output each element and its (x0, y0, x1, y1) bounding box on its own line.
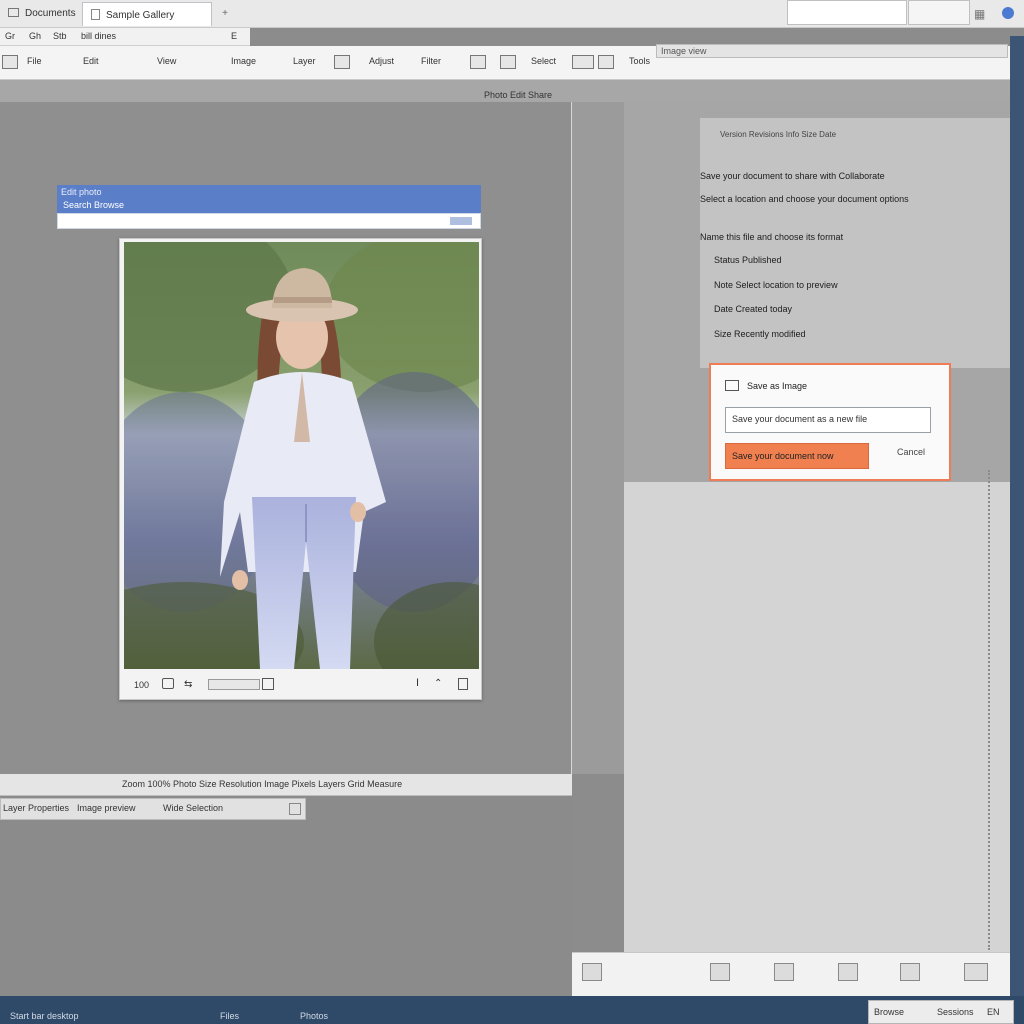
tab-documents-label: Documents (25, 8, 76, 19)
info-icon[interactable]: I (416, 677, 419, 689)
toolbar1-item[interactable]: Stb (50, 29, 70, 45)
tab-image-preview[interactable]: Image preview (77, 803, 136, 813)
share-icon[interactable]: ⇆ (184, 679, 192, 690)
dropdown-icon[interactable] (450, 217, 472, 225)
photo-illustration (124, 242, 479, 669)
save-button[interactable]: Save your document now (725, 443, 869, 469)
address-bar[interactable]: Image view (656, 44, 1008, 58)
trash-icon[interactable] (458, 678, 468, 690)
photo-card-footer: 100 ⇆ I ⌃ (120, 671, 481, 699)
info-pane: Version Revisions Info Size Date Save yo… (700, 118, 1010, 368)
taskbar-item[interactable]: Files (220, 1011, 239, 1021)
eraser-icon[interactable] (500, 55, 516, 69)
tab-gallery[interactable]: Sample Gallery (82, 2, 212, 26)
layout-icon[interactable] (2, 55, 18, 69)
edit-dialog-subtitle: Search Browse (63, 200, 125, 210)
canvas-header-label: Photo Edit Share (484, 90, 553, 100)
folder-icon (8, 8, 19, 17)
edit-dialog-header: Edit photo Search Browse (57, 185, 481, 213)
archive-icon[interactable] (964, 963, 988, 981)
tab-gallery-label: Sample Gallery (106, 10, 175, 21)
system-tray: Browse Sessions EN (868, 1000, 1014, 1024)
secondary-toolbar: Gr Gh Stb bill dines E (0, 28, 250, 46)
tab-wide-selection[interactable]: Wide Selection (163, 803, 223, 813)
toolbar1-item[interactable]: bill dines (78, 29, 119, 45)
document-icon[interactable] (710, 963, 730, 981)
menu-edit[interactable]: Edit (80, 54, 102, 70)
menu-filter[interactable]: Filter (418, 54, 444, 70)
photo-card: 100 ⇆ I ⌃ (119, 238, 482, 700)
photo-image[interactable] (124, 242, 479, 669)
menu-file[interactable]: File (24, 54, 45, 70)
edit-dialog-title: Edit photo (61, 187, 102, 197)
divider-strip (572, 102, 624, 774)
menu-select[interactable]: Select (528, 54, 559, 70)
right-bottom-toolbar (572, 952, 1014, 996)
toolbar1-item[interactable]: E (228, 29, 240, 45)
scanner-icon[interactable] (838, 963, 858, 981)
frame-icon[interactable] (572, 55, 594, 69)
menu-tools[interactable]: Tools (626, 54, 653, 70)
grid-icon[interactable]: ▦ (974, 7, 985, 21)
info-line: Select a location and choose your docume… (700, 194, 909, 204)
zoom-value: 100 (134, 680, 150, 690)
panel-tabs: Layer Properties Image preview Wide Sele… (0, 798, 306, 820)
tray-sessions[interactable]: Sessions (937, 1007, 974, 1017)
toolbar1-item[interactable]: Gh (26, 29, 44, 45)
tab-layer-properties[interactable]: Layer Properties (3, 803, 69, 813)
canvas-header: Photo Edit Share (0, 80, 1010, 102)
fit-icon[interactable] (262, 678, 274, 690)
cancel-button[interactable]: Cancel (897, 447, 925, 457)
save-dialog: Save as Image Save your document as a ne… (709, 363, 951, 481)
search-input[interactable] (787, 0, 907, 25)
tray-language[interactable]: EN (987, 1007, 1000, 1017)
panel-menu-icon[interactable] (289, 803, 301, 815)
menu-view[interactable]: View (154, 54, 179, 70)
avatar[interactable] (1002, 7, 1014, 19)
vertical-scrollbar[interactable] (988, 470, 996, 950)
page-icon (91, 9, 100, 20)
right-lower-area (624, 482, 1014, 952)
window-edge (1010, 36, 1024, 996)
info-line: Date Created today (714, 304, 793, 314)
info-line: Name this file and choose its format (700, 232, 844, 242)
camera-icon[interactable] (162, 678, 174, 689)
menu-layer[interactable]: Layer (290, 54, 319, 70)
search-options-button[interactable] (908, 0, 970, 25)
new-tab-button[interactable]: + (214, 2, 236, 26)
info-line: Size Recently modified (714, 329, 806, 339)
menu-image[interactable]: Image (228, 54, 259, 70)
monitor-icon[interactable] (582, 963, 602, 981)
edit-dialog-strip[interactable] (57, 213, 481, 229)
save-icon (725, 380, 739, 391)
brush-icon[interactable] (470, 55, 486, 69)
folder-open-icon[interactable] (900, 963, 920, 981)
info-line: Save your document to share with Collabo… (700, 171, 885, 181)
taskbar-item[interactable]: Start bar desktop (10, 1011, 79, 1021)
status-text: Zoom 100% Photo Size Resolution Image Pi… (122, 779, 403, 789)
status-bar: Zoom 100% Photo Size Resolution Image Pi… (0, 774, 572, 796)
tab-documents[interactable]: Documents (0, 2, 80, 26)
filename-input[interactable]: Save your document as a new file (725, 407, 931, 433)
transform-icon[interactable] (598, 55, 614, 69)
menu-adjust[interactable]: Adjust (366, 54, 397, 70)
toolbar1-item[interactable]: Gr (2, 29, 18, 45)
info-header: Version Revisions Info Size Date (720, 130, 837, 139)
tag-icon[interactable]: ⌃ (434, 678, 442, 689)
save-dialog-title: Save as Image (747, 381, 808, 391)
info-line: Note Select location to preview (714, 280, 838, 290)
zoom-slider[interactable] (208, 679, 260, 690)
taskbar-item[interactable]: Photos (300, 1011, 328, 1021)
crop-icon[interactable] (334, 55, 350, 69)
tray-browse[interactable]: Browse (874, 1007, 904, 1017)
info-line: Status Published (714, 255, 782, 265)
printer-icon[interactable] (774, 963, 794, 981)
